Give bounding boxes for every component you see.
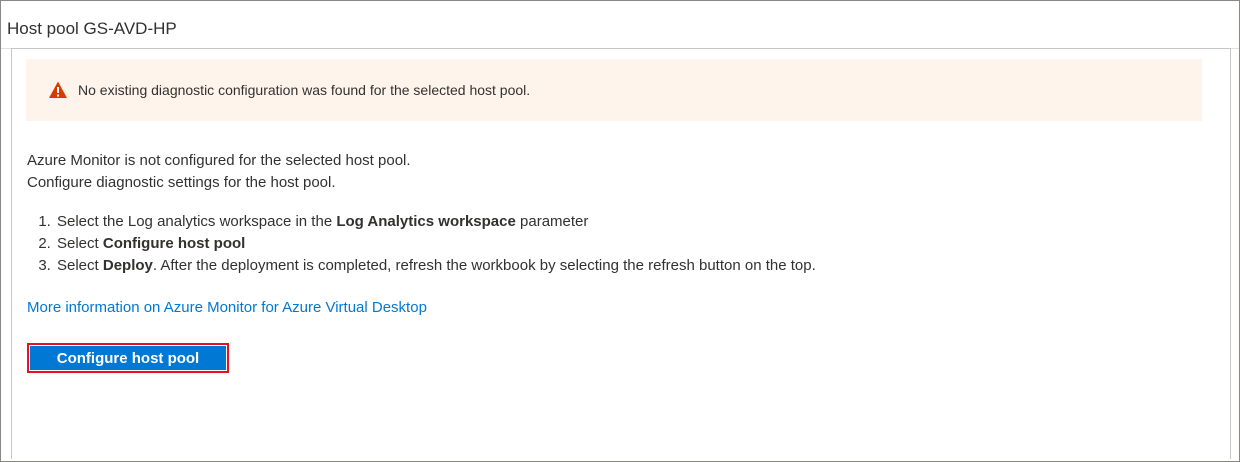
host-pool-pane: Host pool GS-AVD-HP No existing diagnost… xyxy=(0,0,1240,462)
azure-monitor-info-link[interactable]: More information on Azure Monitor for Az… xyxy=(27,299,427,316)
step-text: . After the deployment is completed, ref… xyxy=(152,257,816,274)
content-panel: No existing diagnostic configuration was… xyxy=(11,48,1231,459)
pane-title: Host pool GS-AVD-HP xyxy=(7,19,177,38)
description-line-1: Azure Monitor is not configured for the … xyxy=(27,152,411,169)
warning-triangle-icon xyxy=(48,80,68,100)
description: Azure Monitor is not configured for the … xyxy=(27,150,411,194)
step-bold-text: Log Analytics workspace xyxy=(336,213,516,230)
step-text: Select xyxy=(57,235,103,252)
step-bold-text: Configure host pool xyxy=(102,235,246,252)
warning-banner: No existing diagnostic configuration was… xyxy=(26,59,1202,121)
description-line-2: Configure diagnostic settings for the ho… xyxy=(27,174,336,191)
step-item: Select Deploy. After the deployment is c… xyxy=(55,255,816,277)
configure-host-pool-button[interactable]: Configure host pool xyxy=(27,343,229,373)
warning-message: No existing diagnostic configuration was… xyxy=(78,82,531,98)
step-bold-text: Deploy xyxy=(102,257,153,274)
step-item: Select Configure host pool xyxy=(55,233,816,255)
step-text: parameter xyxy=(515,213,589,230)
step-item: Select the Log analytics workspace in th… xyxy=(55,211,816,233)
steps-list: Select the Log analytics workspace in th… xyxy=(27,211,816,277)
step-text: Select the Log analytics workspace in th… xyxy=(57,213,337,230)
step-text: Select xyxy=(57,257,103,274)
